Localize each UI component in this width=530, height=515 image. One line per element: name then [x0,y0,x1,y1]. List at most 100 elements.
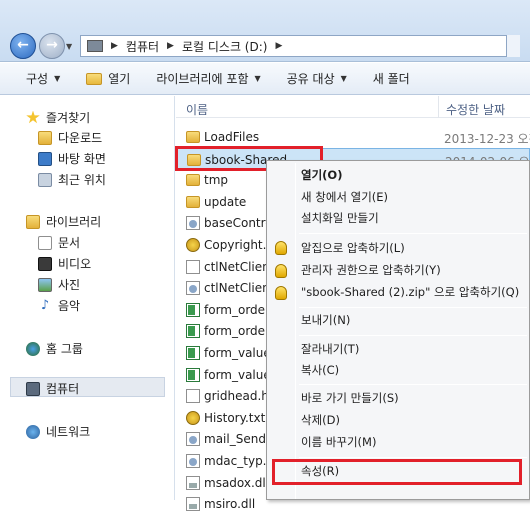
sidebar-item-music[interactable]: ♪ 음악 [38,297,80,314]
file-name: msadox.dll [204,475,270,490]
forward-button[interactable]: → [39,33,65,59]
file-icon [186,259,200,274]
chm-icon [186,238,200,252]
address-bar[interactable]: ▶ 컴퓨터 ▶ 로컬 디스크 (D:) ▶ [80,35,520,57]
new-folder-button[interactable]: 새 폴더 [373,70,410,87]
sidebar-item-libraries[interactable]: 라이브러리 [26,213,101,230]
documents-icon [38,235,52,250]
share-label: 공유 대상 [286,72,335,86]
sidebar-item-favorites[interactable]: 즐겨찾기 [26,109,90,126]
sidebar-item-recent[interactable]: 최근 위치 [38,171,106,188]
share-button[interactable]: 공유 대상 ▼ [287,70,347,87]
sidebar-item-documents[interactable]: 문서 [38,234,80,251]
alzip-zip-icon [275,286,287,300]
menu-item-compress-admin[interactable]: 관리자 권한으로 압축하기(Y) [301,260,441,280]
dll-icon [186,497,200,512]
column-header-name[interactable]: 이름 [186,101,208,118]
context-menu: 열기(O) 새 창에서 열기(E) 설치화일 만들기 알집으로 압축하기(L) … [266,160,530,500]
sidebar-label: 최근 위치 [58,173,106,187]
window-titlebar: ← → ▼ ▶ 컴퓨터 ▶ 로컬 디스크 (D:) ▶ [0,0,530,62]
excel-icon [186,346,200,360]
folder-icon [186,195,200,208]
sidebar-label: 다운로드 [58,131,103,145]
file-row[interactable]: LoadFiles 2013-12-23 오전 [176,126,530,148]
menu-item-delete[interactable]: 삭제(D) [301,410,340,430]
organize-label: 구성 [26,72,49,86]
menu-item-open[interactable]: 열기(O) [301,165,342,185]
menu-item-open-new-window[interactable]: 새 창에서 열기(E) [301,187,388,207]
sidebar-label: 홈 그룹 [46,342,83,356]
alzip-admin-icon [275,264,287,278]
menu-gutter [295,163,296,499]
file-name: mail_Sende [204,432,274,447]
address-dropdown-button[interactable] [506,35,520,57]
gear-icon [186,216,200,231]
breadcrumb-separator-icon[interactable]: ▶ [167,41,174,51]
breadcrumb-separator-icon[interactable]: ▶ [111,41,118,51]
column-header-row: 이름 수정한 날짜 [176,96,530,118]
sidebar-item-videos[interactable]: 비디오 [38,255,91,272]
open-label: 열기 [108,72,131,86]
command-bar: 구성 ▼ 열기 라이브러리에 포함 ▼ 공유 대상 ▼ 새 폴더 [0,63,530,95]
menu-item-make-setup[interactable]: 설치화일 만들기 [301,208,379,228]
breadcrumb-separator-icon[interactable]: ▶ [275,41,282,51]
alzip-icon [275,241,287,255]
menu-separator [299,384,527,385]
file-name: tmp [204,173,229,188]
file-name: msiro.dll [204,497,256,512]
sidebar-label: 컴퓨터 [46,382,80,396]
organize-button[interactable]: 구성 ▼ [26,70,60,87]
library-icon [26,214,40,229]
dll-icon [186,475,200,490]
sidebar-item-pictures[interactable]: 사진 [38,276,80,293]
column-divider[interactable] [438,96,439,118]
file-name: History.txt [204,410,266,425]
sidebar-label: 바탕 화면 [58,152,106,166]
chevron-down-icon: ▼ [54,74,61,83]
sidebar-label: 사진 [58,278,81,292]
sidebar-item-downloads[interactable]: 다운로드 [38,129,102,146]
desktop-icon [38,151,52,166]
back-button[interactable]: ← [10,33,36,59]
excel-icon [186,367,200,382]
sidebar-item-computer[interactable]: 컴퓨터 [26,380,79,397]
sidebar-item-network[interactable]: 네트워크 [26,423,90,440]
navigation-pane: 즐겨찾기 다운로드 바탕 화면 최근 위치 라이브러리 문서 비디오 사진 ♪ … [0,96,175,500]
column-header-date[interactable]: 수정한 날짜 [446,101,505,118]
music-note-icon: ♪ [40,297,50,313]
folder-icon [86,72,103,85]
menu-item-send-to[interactable]: 보내기(N) [301,310,350,330]
recent-places-icon [38,172,52,187]
sidebar-label: 문서 [58,236,81,250]
excel-icon [186,324,200,339]
file-name: form_order( [204,302,275,317]
breadcrumb-computer[interactable]: 컴퓨터 [126,38,159,55]
menu-item-compress-alzip[interactable]: 알집으로 압축하기(L) [301,238,405,258]
new-folder-label: 새 폴더 [372,72,410,86]
sidebar-item-homegroup[interactable]: 홈 그룹 [26,340,83,357]
menu-item-copy[interactable]: 복사(C) [301,360,339,380]
annotation-highlight-properties [272,459,522,485]
star-icon [26,110,40,124]
include-library-button[interactable]: 라이브러리에 포함 ▼ [156,70,260,87]
menu-item-compress-zip[interactable]: "sbook-Shared (2).zip" 으로 압축하기(Q) [301,282,519,302]
network-icon [26,424,40,439]
sidebar-item-desktop[interactable]: 바탕 화면 [38,150,106,167]
file-name: ctlNetClient [204,281,275,296]
menu-separator [299,335,527,336]
sidebar-label: 음악 [58,299,81,313]
open-button[interactable]: 열기 [86,70,130,87]
chevron-down-icon: ▼ [340,74,347,83]
gear-icon [186,281,200,296]
menu-item-rename[interactable]: 이름 바꾸기(M) [301,432,376,452]
file-date: 2013-12-23 오전 [444,132,530,146]
menu-item-cut[interactable]: 잘라내기(T) [301,339,359,359]
file-name: form_value( [204,346,276,360]
menu-item-create-shortcut[interactable]: 바로 가기 만들기(S) [301,388,399,408]
file-name: form_value( [204,367,276,382]
folder-icon [186,131,200,143]
menu-separator [299,457,527,458]
history-dropdown-icon[interactable]: ▼ [66,42,72,51]
breadcrumb-local-disk[interactable]: 로컬 디스크 (D:) [182,38,267,55]
file-name: mdac_typ.e [204,454,274,468]
